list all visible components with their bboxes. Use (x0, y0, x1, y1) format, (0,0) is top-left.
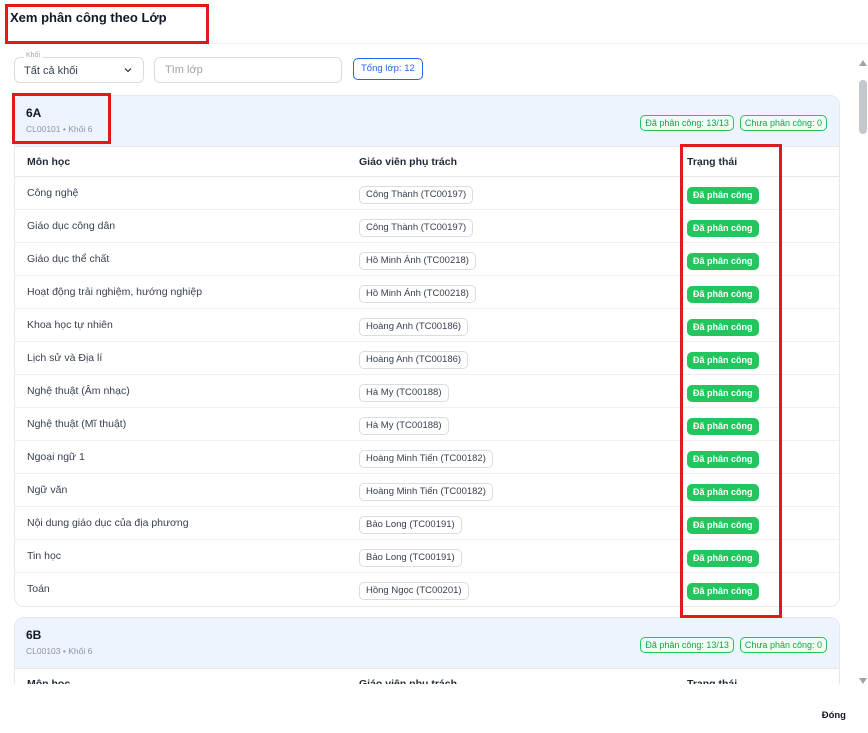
close-button[interactable]: Đóng (822, 710, 846, 721)
unassigned-count-badge: Chưa phân công: 0 (739, 637, 827, 653)
teacher-tag: Bảo Long (TC00191) (359, 516, 462, 534)
assigned-count-badge: Đã phân công: 13/13 (640, 637, 734, 653)
teacher-tag: Hoàng Anh (TC00186) (359, 318, 469, 336)
subject-cell: Ngữ văn (27, 484, 68, 496)
scrollbar-thumb[interactable] (859, 80, 867, 134)
teacher-tag: Hà My (TC00188) (359, 384, 449, 402)
grade-select-label: Khối (24, 52, 43, 59)
teacher-tag: Công Thành (TC00197) (359, 186, 474, 204)
title-highlight-box (5, 4, 209, 44)
class-name: 6B (26, 628, 42, 642)
status-column-highlight-box (680, 144, 782, 618)
teacher-tag: Hoàng Anh (TC00186) (359, 351, 469, 369)
subject-cell: Nghệ thuật (Mĩ thuật) (27, 418, 127, 430)
teacher-tag: Hồ Minh Ánh (TC00218) (359, 285, 476, 303)
teacher-tag: Hà My (TC00188) (359, 417, 449, 435)
assigned-count-badge: Đã phân công: 13/13 (640, 115, 734, 131)
table-header: Môn học Giáo viên phụ trách Trạng thái (15, 669, 839, 684)
scroll-up-arrow-icon[interactable] (859, 60, 867, 66)
column-header-teacher: Giáo viên phụ trách (359, 156, 458, 168)
subject-cell: Nghệ thuật (Âm nhạc) (27, 385, 130, 397)
class-card: 6B CL00103 • Khối 6 Đã phân công: 13/13 … (14, 617, 840, 684)
subject-cell: Công nghệ (27, 187, 79, 199)
column-header-subject: Môn học (27, 156, 71, 168)
search-class-input[interactable] (154, 57, 342, 83)
subject-cell: Toán (27, 583, 50, 595)
chevron-down-icon (124, 68, 132, 73)
subject-cell: Hoạt động trải nghiệm, hướng nghiệp (27, 286, 203, 298)
subject-cell: Lịch sử và Địa lí (27, 352, 103, 364)
teacher-tag: Hồ Minh Ánh (TC00218) (359, 252, 476, 270)
teacher-tag: Hoàng Minh Tiến (TC00182) (359, 450, 493, 468)
vertical-scrollbar[interactable] (856, 60, 868, 684)
grade-select-value: Tất cả khối (24, 65, 78, 77)
total-classes-button[interactable]: Tổng lớp: 12 (353, 58, 423, 80)
teacher-tag: Hoàng Minh Tiến (TC00182) (359, 483, 493, 501)
class-meta: CL00103 • Khối 6 (26, 646, 93, 656)
subject-cell: Khoa học tự nhiên (27, 319, 113, 331)
teacher-tag: Công Thành (TC00197) (359, 219, 474, 237)
subject-cell: Tin học (27, 550, 62, 562)
subject-cell: Ngoại ngữ 1 (27, 451, 85, 463)
dialog-footer: Đóng (0, 684, 868, 733)
teacher-tag: Hồng Ngọc (TC00201) (359, 582, 469, 600)
unassigned-count-badge: Chưa phân công: 0 (739, 115, 827, 131)
class-card-header: 6B CL00103 • Khối 6 Đã phân công: 13/13 … (15, 618, 839, 669)
subject-cell: Giáo dục công dân (27, 220, 116, 232)
subject-cell: Giáo dục thể chất (27, 253, 110, 265)
grade-select[interactable]: Tất cả khối (14, 57, 144, 83)
subject-cell: Nội dung giáo dục của địa phương (27, 517, 189, 529)
class-highlight-box (12, 93, 111, 144)
teacher-tag: Bảo Long (TC00191) (359, 549, 462, 567)
class-card-header: 6A CL00101 • Khối 6 Đã phân công: 13/13 … (15, 96, 839, 147)
